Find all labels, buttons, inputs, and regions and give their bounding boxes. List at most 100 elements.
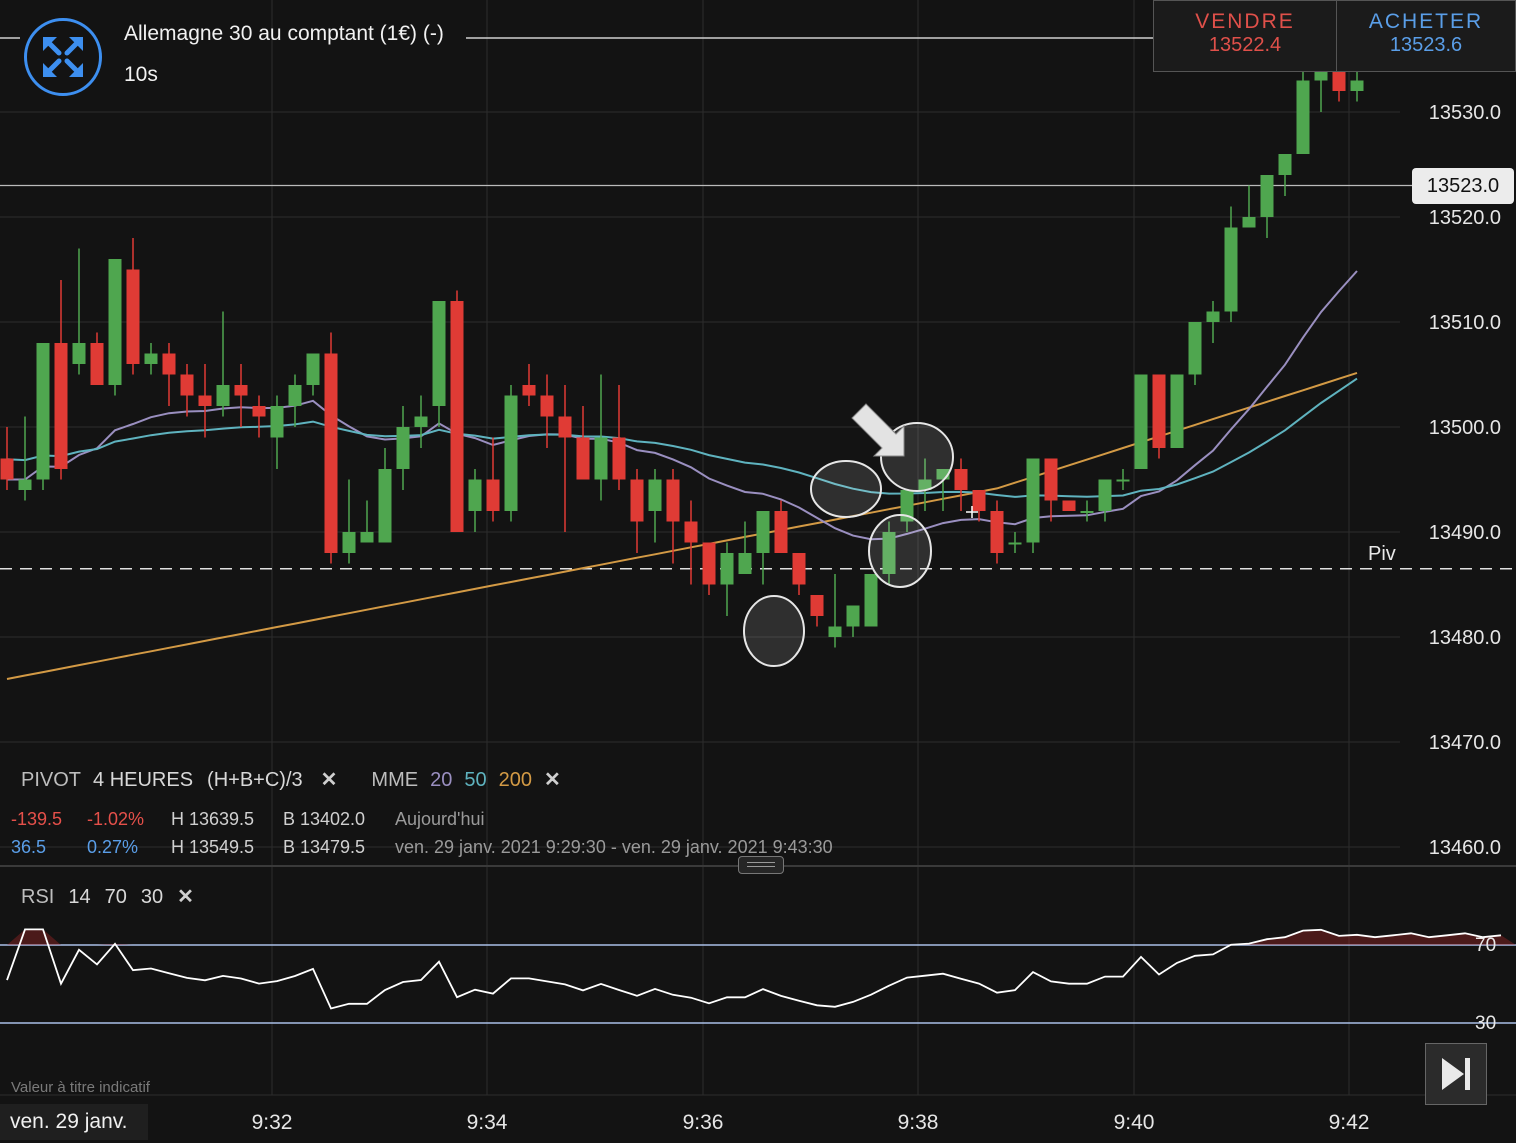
candle bbox=[1260, 175, 1274, 238]
sell-label: VENDRE bbox=[1195, 10, 1295, 33]
candle bbox=[576, 406, 590, 480]
x-tick-label: 9:40 bbox=[1114, 1111, 1155, 1134]
candle bbox=[486, 437, 500, 522]
candle bbox=[342, 479, 356, 564]
remove-pivot-button[interactable]: ✕ bbox=[321, 769, 338, 791]
price-chart[interactable]: 13530.0 13520.0 13510.0 13500.0 13490.0 13480… bbox=[0, 0, 1516, 1143]
rsi-70-label: 70 bbox=[1475, 935, 1497, 956]
candle bbox=[1116, 469, 1130, 490]
candle bbox=[306, 353, 320, 396]
candle bbox=[630, 469, 644, 553]
candle bbox=[828, 574, 842, 648]
period-label: Aujourd'hui bbox=[395, 809, 485, 829]
pivot-label: PIVOT bbox=[21, 769, 82, 791]
sell-button[interactable]: VENDRE 13522.4 bbox=[1153, 0, 1337, 72]
candle bbox=[1206, 301, 1220, 343]
y-tick-label: 13530.0 bbox=[1429, 102, 1501, 124]
y-tick-label: 13470.0 bbox=[1429, 732, 1501, 754]
indicator-legend: PIVOT 4 HEURES (H+B+C)/3 ✕ MME 20 50 200 ✕ bbox=[21, 767, 579, 792]
candle bbox=[738, 521, 752, 574]
rsi-upper-param: 70 bbox=[104, 886, 127, 908]
candle bbox=[396, 406, 410, 490]
candle bbox=[1044, 458, 1058, 522]
pivot-formula: (H+B+C)/3 bbox=[207, 769, 303, 791]
candle bbox=[72, 248, 86, 375]
candle bbox=[1278, 154, 1292, 196]
candle bbox=[1062, 500, 1076, 511]
candle bbox=[810, 595, 824, 627]
candle bbox=[126, 238, 140, 375]
expand-button[interactable] bbox=[24, 18, 102, 96]
candle bbox=[432, 301, 446, 427]
candle bbox=[288, 374, 302, 427]
pivot-period: 4 HEURES bbox=[93, 769, 194, 791]
rsi-legend: RSI 14 70 30 ✕ bbox=[21, 884, 212, 909]
candle bbox=[1242, 185, 1256, 228]
candle bbox=[1224, 206, 1238, 322]
candle bbox=[1152, 374, 1166, 459]
candle bbox=[144, 343, 158, 375]
rsi-overbought-fill bbox=[0, 929, 1516, 945]
rsi-period: 14 bbox=[68, 886, 91, 908]
change-value: -139.5 bbox=[11, 809, 63, 829]
skip-to-end-icon bbox=[1442, 1058, 1470, 1090]
candle bbox=[540, 374, 554, 448]
candle bbox=[594, 374, 608, 501]
candle bbox=[1170, 374, 1184, 448]
candle bbox=[1188, 322, 1202, 385]
mme20-label: 20 bbox=[430, 769, 453, 791]
buy-button[interactable]: ACHETER 13523.6 bbox=[1336, 0, 1516, 72]
candle bbox=[1296, 70, 1310, 154]
candle bbox=[846, 605, 860, 637]
timeframe-label: 10s bbox=[124, 63, 158, 86]
candle bbox=[864, 574, 878, 627]
rsi-30-label: 30 bbox=[1475, 1013, 1497, 1034]
candle bbox=[108, 259, 122, 396]
candle bbox=[504, 385, 518, 522]
candle bbox=[1026, 458, 1040, 553]
low-value: B 13479.5 bbox=[283, 837, 366, 857]
panel-resize-handle[interactable] bbox=[738, 856, 784, 874]
candle bbox=[990, 500, 1004, 564]
remove-mme-button[interactable]: ✕ bbox=[544, 769, 561, 791]
candle bbox=[558, 385, 572, 532]
candle bbox=[1008, 532, 1022, 553]
candle bbox=[702, 542, 716, 595]
rsi-lower-param: 30 bbox=[140, 886, 164, 908]
low-value: B 13402.0 bbox=[283, 809, 366, 829]
candle bbox=[450, 290, 464, 532]
change-pct: 0.27% bbox=[87, 837, 139, 857]
remove-rsi-button[interactable]: ✕ bbox=[177, 886, 194, 908]
y-tick-label: 13460.0 bbox=[1429, 837, 1501, 859]
candle bbox=[180, 364, 194, 417]
mme200-label: 200 bbox=[498, 769, 532, 791]
change-pct: -1.02% bbox=[87, 809, 145, 829]
date-label: ven. 29 janv. bbox=[0, 1104, 148, 1140]
rsi-label: RSI bbox=[21, 886, 55, 908]
candle bbox=[234, 364, 248, 427]
candle bbox=[612, 385, 626, 490]
skip-to-latest-button[interactable] bbox=[1425, 1043, 1487, 1105]
candle bbox=[0, 427, 14, 490]
candle bbox=[648, 469, 662, 543]
candle bbox=[360, 500, 374, 543]
candle bbox=[1098, 479, 1112, 522]
candle bbox=[468, 469, 482, 532]
candle bbox=[756, 511, 770, 585]
stats-today: -139.5 -1.02% H 13639.5 B 13402.0 Aujourd'hu… bbox=[11, 809, 485, 830]
x-tick-label: 9:32 bbox=[252, 1111, 293, 1134]
candle bbox=[90, 332, 104, 385]
sell-price: 13522.4 bbox=[1208, 34, 1282, 56]
mme-label: MME bbox=[371, 769, 419, 791]
mme50-label: 50 bbox=[464, 769, 487, 791]
candle bbox=[162, 343, 176, 406]
candle bbox=[1134, 374, 1148, 469]
candle bbox=[252, 395, 266, 438]
change-value: 36.5 bbox=[11, 837, 47, 857]
candle bbox=[1080, 500, 1094, 522]
pivot-label: Piv bbox=[1368, 543, 1396, 565]
high-value: H 13639.5 bbox=[171, 809, 255, 829]
buy-label: ACHETER bbox=[1368, 10, 1484, 33]
x-tick-label: 9:34 bbox=[467, 1111, 508, 1134]
candle bbox=[216, 311, 230, 417]
